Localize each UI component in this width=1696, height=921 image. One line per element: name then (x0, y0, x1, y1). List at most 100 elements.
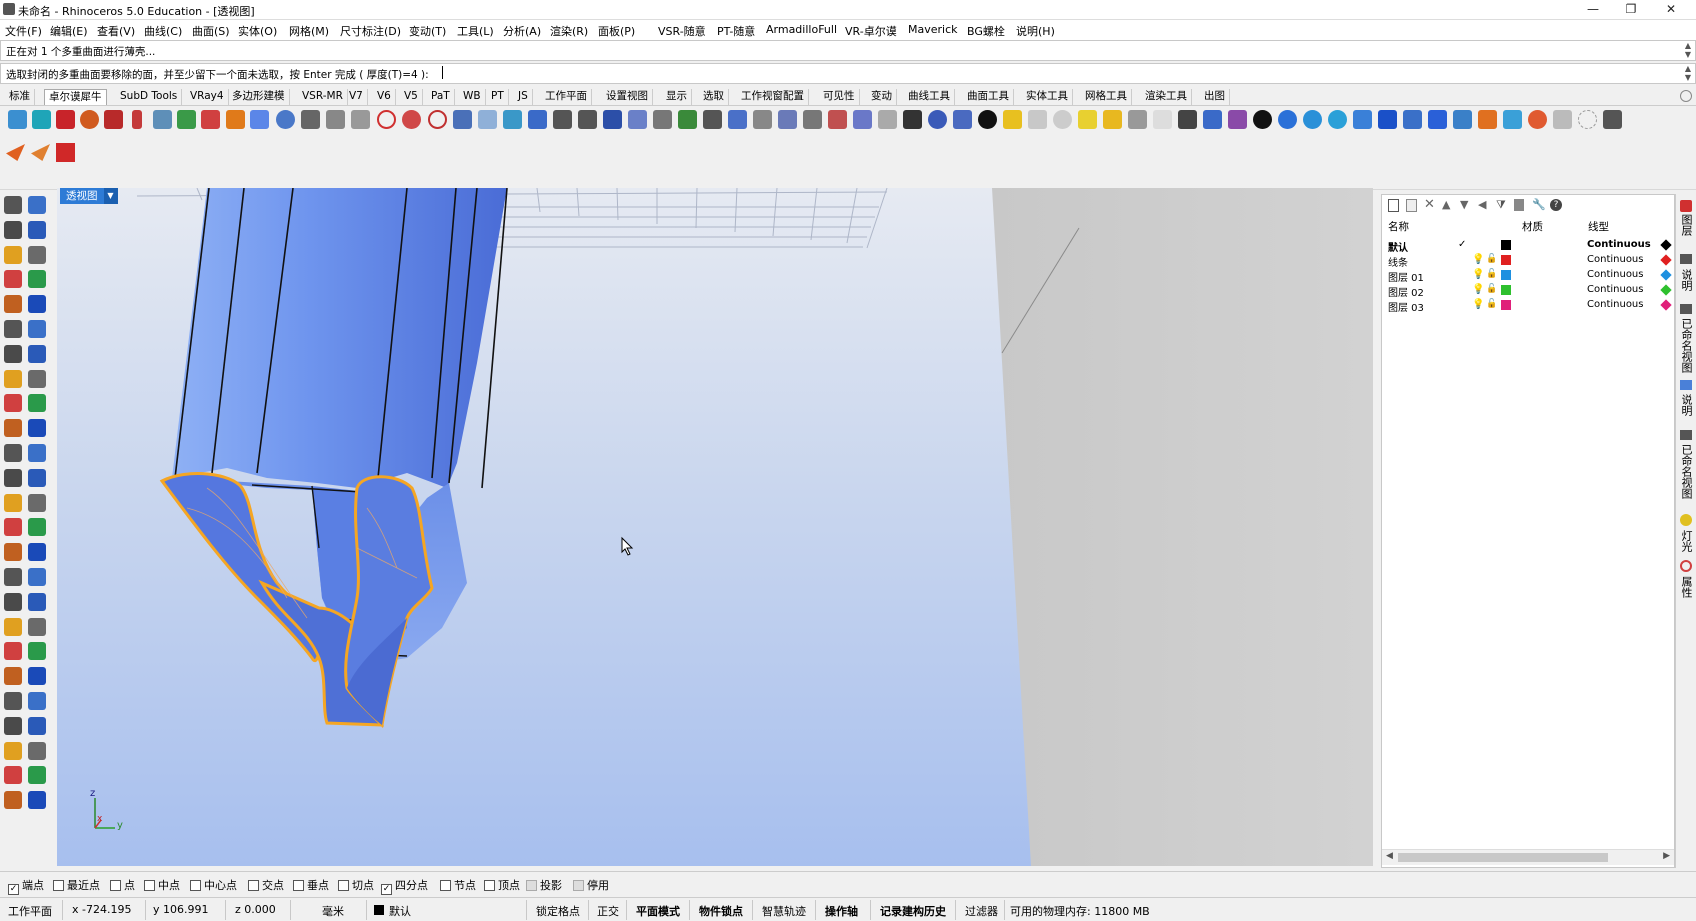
move-tool-icon[interactable] (528, 110, 547, 129)
tab-select[interactable]: 选取 (699, 89, 729, 105)
menu-pt[interactable]: PT-随意 (717, 23, 755, 39)
select-tool-icon[interactable] (4, 196, 22, 214)
visible-bulb-icon[interactable]: 💡 (1472, 254, 1484, 265)
restore-icon[interactable]: ❐ (1614, 0, 1648, 20)
tab-transform[interactable]: 变动 (867, 89, 897, 105)
layer-row-03[interactable]: 图层 03 💡 🔓 Continuous (1382, 298, 1674, 314)
checkbox-icon[interactable] (293, 880, 304, 891)
ellipse-tool-icon[interactable] (4, 667, 22, 686)
menu-help[interactable]: 说明(H) (1016, 23, 1055, 39)
snapshot-tool-icon[interactable] (4, 543, 22, 562)
menu-render[interactable]: 渲染(R) (550, 23, 588, 39)
blend-tool-icon[interactable] (778, 110, 797, 129)
menu-edit[interactable]: 编辑(E) (50, 23, 88, 39)
osnap-knot[interactable]: 节点 (440, 877, 476, 893)
perspective-viewport[interactable]: z x y 透视图 ▼ (57, 188, 1373, 866)
box-tool-icon[interactable] (56, 110, 75, 129)
osnap-endpoint[interactable]: ✓ 端点 (8, 877, 44, 895)
layer-linetype[interactable]: Continuous (1587, 254, 1643, 265)
print-color-icon[interactable] (1660, 269, 1672, 281)
network-tool-icon[interactable] (803, 110, 822, 129)
tab-subd-tools[interactable]: SubD Tools (116, 89, 183, 105)
layer-color-swatch[interactable] (1501, 270, 1511, 280)
panel-tab-lights[interactable]: 灯光 (1680, 530, 1693, 552)
layer-row-lines[interactable]: 线条 💡 🔓 Continuous (1382, 253, 1674, 269)
vray-light-icon[interactable] (1278, 110, 1297, 129)
tab-v7[interactable]: V7 (345, 89, 368, 105)
image-tool-icon[interactable] (177, 110, 196, 129)
checkbox-icon[interactable] (144, 880, 155, 891)
point-tool-icon[interactable] (28, 196, 46, 214)
scroll-up-icon[interactable]: ▲ (1683, 64, 1693, 73)
arc-tool-icon[interactable] (402, 110, 421, 129)
extrude-tool-icon[interactable] (4, 741, 22, 760)
osnap-center[interactable]: 中心点 (190, 877, 237, 893)
menu-armadillo[interactable]: ArmadilloFull (766, 23, 837, 36)
delete-layer-icon[interactable]: ✕ (1424, 197, 1435, 212)
menu-vsr[interactable]: VSR-随意 (658, 23, 706, 39)
checkbox-icon[interactable] (484, 880, 495, 891)
curve-tool-icon[interactable] (1153, 110, 1172, 129)
color-tool-icon[interactable] (1528, 110, 1547, 129)
gear-tool-icon[interactable] (28, 543, 46, 562)
display-panel-icon[interactable] (1680, 254, 1692, 264)
tab-solid-tools[interactable]: 实体工具 (1022, 89, 1073, 105)
lock-icon[interactable]: 🔓 (1486, 269, 1497, 279)
shelled-polysurface[interactable] (172, 188, 507, 488)
checkbox-icon[interactable] (440, 880, 451, 891)
tab-cplane[interactable]: 工作平面 (541, 89, 592, 105)
scroll-right-icon[interactable]: ▶ (1663, 851, 1670, 861)
camera-tool-icon[interactable] (28, 493, 46, 512)
osnap-disable[interactable]: 停用 (573, 877, 609, 893)
crop-tool-icon[interactable] (703, 110, 722, 129)
fill-tool-icon[interactable] (1003, 110, 1022, 129)
vray-camera-icon[interactable] (1303, 110, 1322, 129)
offset-tool-icon[interactable] (28, 320, 46, 338)
history-tool-icon[interactable] (28, 518, 46, 537)
scroll-up-icon[interactable]: ▲ (1683, 41, 1693, 50)
checkbox-icon[interactable] (526, 880, 537, 891)
copy-tool-icon[interactable] (326, 110, 345, 129)
dimension-tool-icon[interactable] (4, 791, 22, 810)
polyline-tool-icon[interactable] (28, 220, 46, 239)
wave-tool-icon[interactable] (828, 110, 847, 129)
panel-tab-named-views[interactable]: 已命名视图 (1680, 318, 1693, 373)
figure-tool-icon[interactable] (1178, 110, 1197, 129)
status-osnap[interactable]: 物件锁点 (699, 903, 743, 919)
circle-tool-icon[interactable] (4, 245, 22, 264)
osnap-intersection[interactable]: 交点 (248, 877, 284, 893)
layer-header-material[interactable]: 材质 (1522, 219, 1543, 234)
vray-settings-icon[interactable] (1328, 110, 1347, 129)
menu-curve[interactable]: 曲线(C) (144, 23, 182, 39)
material-tool-icon[interactable] (1228, 110, 1247, 129)
tab-layout[interactable]: 出图 (1200, 89, 1230, 105)
checkbox-checked-icon[interactable]: ✓ (381, 884, 392, 895)
twist-tool-icon[interactable] (1053, 110, 1072, 129)
layer-row-default[interactable]: 默认 ✓ Continuous (1382, 238, 1674, 254)
move-down-icon[interactable]: ▼ (1460, 198, 1468, 211)
send-tool-icon[interactable] (6, 144, 25, 161)
light-tool-icon[interactable] (28, 468, 46, 487)
extrude-tool-icon[interactable] (4, 369, 22, 388)
document-tool-icon[interactable] (653, 110, 672, 129)
frame-buffer-icon[interactable] (1378, 110, 1397, 129)
upload-tool-icon[interactable] (1353, 110, 1372, 129)
viewport-title-tab[interactable]: 透视图 ▼ (60, 188, 118, 204)
hatch-tool-icon[interactable] (28, 419, 46, 438)
array-tool-icon[interactable] (28, 444, 46, 462)
scroll-down-icon[interactable]: ▼ (1683, 50, 1693, 59)
light-panel-icon[interactable] (1680, 514, 1692, 526)
lens-tool-icon[interactable] (1428, 110, 1447, 129)
array-tool-icon[interactable] (578, 110, 597, 129)
new-layer-icon[interactable] (1388, 199, 1399, 212)
polyline-tool-icon[interactable] (28, 592, 46, 611)
menu-tools[interactable]: 工具(L) (457, 23, 494, 39)
fillet-tool-icon[interactable] (4, 692, 22, 710)
frame-tool-icon[interactable] (351, 110, 370, 129)
spiral-tool-icon[interactable] (903, 110, 922, 129)
puzzle-tool-icon[interactable] (1203, 110, 1222, 129)
gumball-tool-icon[interactable] (678, 110, 697, 129)
text-tool-icon[interactable] (28, 766, 46, 785)
vray-render-icon[interactable] (1253, 110, 1272, 129)
scroll-left-icon[interactable]: ◀ (1386, 851, 1393, 861)
